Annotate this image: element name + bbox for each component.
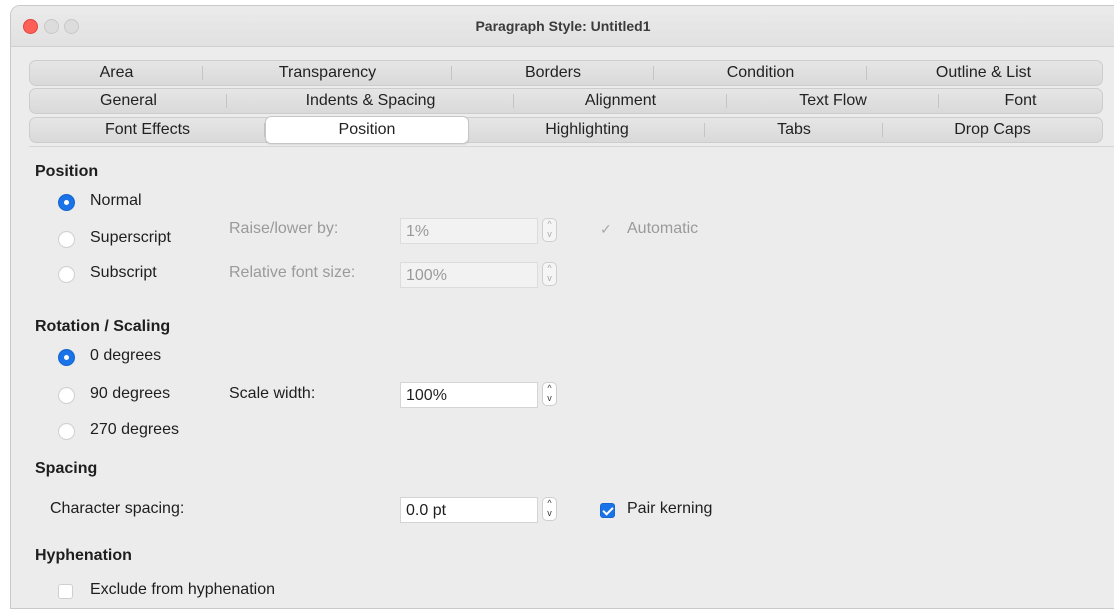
radio-90-degrees[interactable] [58, 387, 75, 404]
tab-alignment[interactable]: Alignment [514, 89, 727, 113]
radio-superscript-label: Superscript [90, 229, 171, 246]
character-spacing-stepper[interactable]: ^ v [542, 497, 557, 521]
raise-lower-field[interactable]: 1% [400, 218, 538, 244]
dialog-window: Paragraph Style: Untitled1 Area Transpar… [10, 5, 1114, 609]
scale-width-field[interactable]: 100% [400, 382, 538, 408]
tab-tabs[interactable]: Tabs [705, 118, 883, 142]
position-panel: Position Normal Superscript Subscript Ra… [29, 146, 1114, 608]
tab-font[interactable]: Font [939, 89, 1102, 113]
rotation-heading: Rotation / Scaling [35, 318, 171, 335]
spacing-heading: Spacing [35, 460, 98, 477]
tab-row-1: Area Transparency Borders Condition Outl… [29, 60, 1103, 86]
scale-width-label: Scale width: [229, 385, 316, 402]
tab-text-flow[interactable]: Text Flow [727, 89, 939, 113]
tab-condition[interactable]: Condition [654, 61, 867, 85]
radio-subscript[interactable] [58, 266, 75, 283]
tab-borders[interactable]: Borders [452, 61, 654, 85]
tab-position[interactable]: Position [265, 116, 469, 144]
radio-normal-label: Normal [90, 192, 142, 209]
tab-highlighting[interactable]: Highlighting [469, 118, 705, 142]
character-spacing-field[interactable]: 0.0 pt [400, 497, 538, 523]
pair-kerning-label: Pair kerning [627, 500, 713, 517]
radio-subscript-label: Subscript [90, 264, 157, 281]
exclude-hyphenation-label: Exclude from hyphenation [90, 581, 275, 598]
exclude-hyphenation-checkbox[interactable] [58, 584, 73, 599]
radio-0-degrees-label: 0 degrees [90, 347, 162, 364]
tab-indents-spacing[interactable]: Indents & Spacing [227, 89, 514, 113]
raise-lower-stepper[interactable]: ^ v [542, 218, 557, 242]
radio-superscript[interactable] [58, 231, 75, 248]
automatic-label: Automatic [627, 220, 699, 237]
tab-general[interactable]: General [30, 89, 227, 113]
radio-90-degrees-label: 90 degrees [90, 385, 171, 402]
tab-row-3: Font Effects Position Highlighting Tabs … [29, 116, 1103, 144]
radio-normal[interactable] [58, 194, 75, 211]
pair-kerning-checkbox[interactable] [600, 503, 615, 518]
character-spacing-label: Character spacing: [50, 500, 185, 517]
relative-font-size-field[interactable]: 100% [400, 262, 538, 288]
tab-area[interactable]: Area [30, 61, 203, 85]
tab-row-2: General Indents & Spacing Alignment Text… [29, 88, 1103, 114]
radio-270-degrees[interactable] [58, 423, 75, 440]
automatic-check-icon[interactable]: ✓ [600, 221, 612, 238]
hyphenation-heading: Hyphenation [35, 547, 132, 564]
tab-transparency[interactable]: Transparency [203, 61, 452, 85]
window-title: Paragraph Style: Untitled1 [475, 18, 651, 34]
tab-outline-list[interactable]: Outline & List [867, 61, 1100, 85]
raise-lower-label: Raise/lower by: [229, 220, 339, 237]
tab-font-effects[interactable]: Font Effects [30, 118, 265, 142]
radio-270-degrees-label: 270 degrees [90, 421, 179, 438]
scale-width-stepper[interactable]: ^ v [542, 382, 557, 406]
radio-0-degrees[interactable] [58, 349, 75, 366]
title-bar: Paragraph Style: Untitled1 [11, 6, 1114, 47]
relative-font-size-label: Relative font size: [229, 264, 356, 281]
position-heading: Position [35, 163, 99, 180]
tab-drop-caps[interactable]: Drop Caps [883, 118, 1102, 142]
relative-font-size-stepper[interactable]: ^ v [542, 262, 557, 286]
